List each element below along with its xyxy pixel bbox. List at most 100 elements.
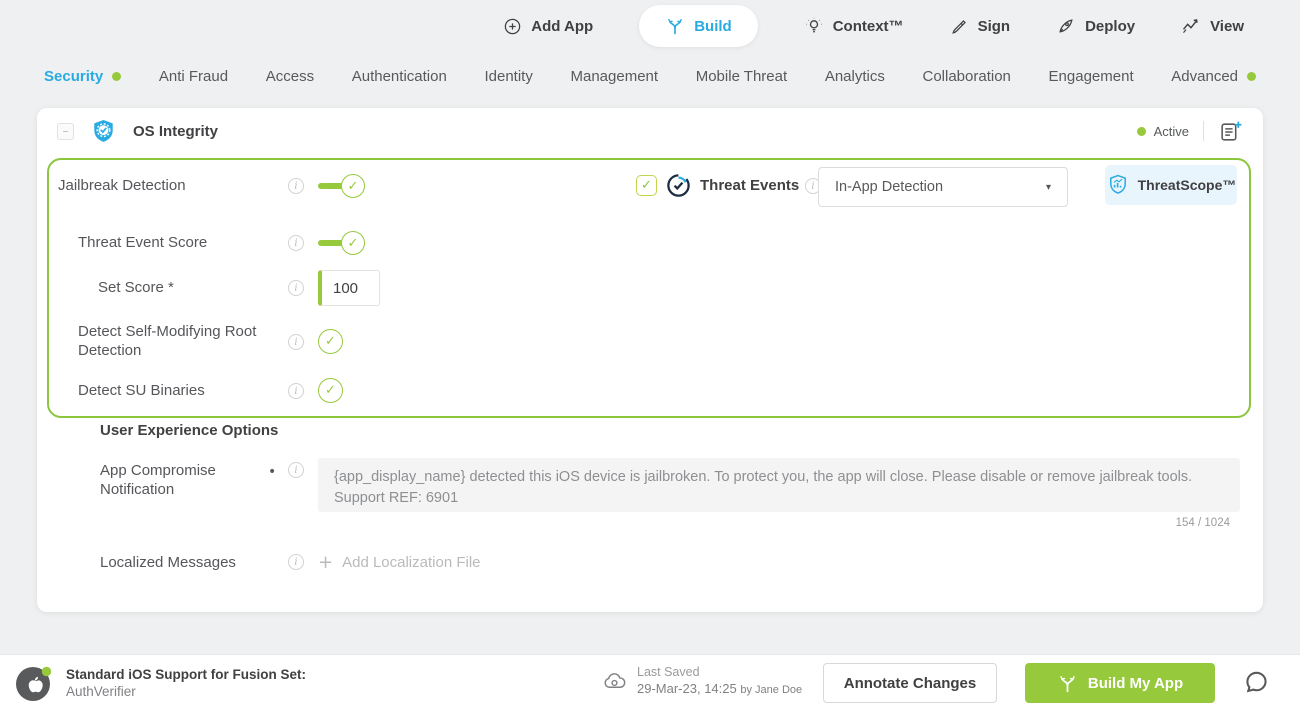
chat-bubble-icon[interactable]: [1242, 668, 1271, 702]
nav-deploy[interactable]: Deploy: [1056, 16, 1135, 36]
card-title: OS Integrity: [133, 122, 219, 140]
tab-collaboration-label: Collaboration: [922, 67, 1011, 85]
status-dot: [1136, 126, 1146, 136]
detect-self-modifying-check[interactable]: ✓: [318, 329, 343, 354]
detect-self-modifying-label: Detect Self-Modifying Root Detection: [78, 323, 257, 359]
modified-bullet: •: [268, 464, 277, 480]
info-icon[interactable]: i: [288, 554, 304, 570]
build-my-app-label: Build My App: [1087, 674, 1184, 692]
threatscope-shield-icon: [1106, 173, 1130, 197]
detect-su-binaries-check[interactable]: ✓: [318, 378, 343, 403]
apple-ios-badge: [14, 663, 54, 703]
jailbreak-detection-toggle[interactable]: ✓: [318, 174, 365, 198]
set-score-label: Set Score *: [98, 279, 174, 296]
build-my-app-button[interactable]: Build My App: [1025, 663, 1215, 703]
info-icon[interactable]: i: [288, 383, 304, 399]
detect-su-binaries-row: Detect SU Binaries i ✓: [37, 371, 1263, 411]
threat-event-score-label: Threat Event Score: [78, 234, 208, 251]
card-header: – OS Integrity Active: [37, 108, 1263, 154]
trend-chart-icon: [1183, 19, 1198, 34]
tab-anti-fraud[interactable]: Anti Fraud: [159, 68, 228, 85]
last-saved-datetime: 29-Mar-23, 14:25: [637, 681, 737, 696]
toggle-knob-check-icon: ✓: [341, 174, 365, 198]
status-badge: Active: [1153, 123, 1189, 139]
last-saved-info: Last Saved 29-Mar-23, 14:25 by Jane Doe: [602, 665, 802, 696]
active-dot: [112, 71, 122, 81]
tab-management[interactable]: Management: [571, 68, 659, 85]
nav-add-app[interactable]: Add App: [503, 17, 593, 36]
lightbulb-icon: [806, 17, 822, 33]
last-saved-label: Last Saved: [637, 665, 700, 679]
char-counter: 154 / 1024: [1175, 517, 1230, 529]
tab-security[interactable]: Security: [44, 67, 122, 85]
nav-deploy-label: Deploy: [1085, 17, 1136, 35]
info-icon[interactable]: i: [288, 280, 304, 296]
jailbreak-detection-label: Jailbreak Detection: [58, 177, 186, 194]
add-note-icon[interactable]: [1218, 119, 1243, 144]
fusion-set-title: Standard iOS Support for Fusion Set:: [66, 667, 307, 682]
cloud-saved-icon: [602, 669, 627, 694]
tab-collaboration[interactable]: Collaboration: [923, 68, 1011, 85]
plus-circle-icon: [505, 18, 521, 34]
tab-access-label: Access: [265, 67, 315, 85]
app-compromise-message-input[interactable]: {app_display_name} detected this iOS dev…: [318, 458, 1240, 512]
dropdown-selected-value: In-App Detection: [835, 179, 944, 195]
build-fusion-icon: [668, 18, 683, 35]
footer-bar: Standard iOS Support for Fusion Set: Aut…: [0, 654, 1300, 710]
tab-identity-label: Identity: [484, 67, 533, 85]
localized-messages-row: Localized Messages i + Add Localization …: [37, 548, 1263, 578]
threat-event-score-toggle[interactable]: ✓: [318, 231, 365, 255]
tab-identity[interactable]: Identity: [484, 68, 532, 85]
add-localization-file-label: Add Localization File: [342, 554, 481, 571]
threat-events-checkbox[interactable]: ✓: [636, 175, 657, 196]
active-dot: [1247, 71, 1256, 81]
nav-add-app-label: Add App: [531, 17, 594, 35]
os-integrity-card: – OS Integrity Active Jailbreak Detectio…: [37, 108, 1263, 612]
info-icon[interactable]: i: [288, 462, 304, 478]
tab-authentication[interactable]: Authentication: [352, 68, 447, 85]
nav-build[interactable]: Build: [639, 5, 758, 47]
tab-management-label: Management: [570, 67, 659, 85]
threat-events-label: Threat Events: [700, 177, 800, 194]
nav-sign[interactable]: Sign: [950, 17, 1011, 36]
category-tabs: Security Anti Fraud Access Authenticatio…: [0, 56, 1300, 96]
rocket-icon: [1059, 19, 1073, 33]
tab-analytics[interactable]: Analytics: [825, 68, 885, 85]
collapse-button[interactable]: –: [57, 122, 74, 140]
tab-engagement[interactable]: Engagement: [1049, 68, 1134, 85]
info-icon[interactable]: i: [288, 178, 304, 194]
tab-mobile-threat[interactable]: Mobile Threat: [696, 68, 787, 85]
divider: [1203, 121, 1204, 141]
nav-context[interactable]: Context™: [804, 16, 904, 36]
nav-build-label: Build: [694, 17, 732, 35]
fusion-set-name: AuthVerifier: [66, 684, 136, 699]
fusion-set-info: Standard iOS Support for Fusion Set: Aut…: [14, 663, 306, 703]
add-localization-file-link[interactable]: + Add Localization File: [318, 552, 481, 573]
info-icon[interactable]: i: [288, 334, 304, 350]
app-compromise-label: App Compromise Notification: [100, 462, 216, 498]
localized-messages-label: Localized Messages: [100, 554, 236, 571]
tab-analytics-label: Analytics: [824, 67, 885, 85]
last-saved-text: Last Saved 29-Mar-23, 14:25 by Jane Doe: [637, 665, 802, 696]
build-fusion-icon-white: [1057, 673, 1078, 694]
annotate-changes-button[interactable]: Annotate Changes: [823, 663, 997, 703]
tab-advanced-label: Advanced: [1171, 67, 1238, 85]
threat-events-dropdown[interactable]: In-App Detection ▾: [818, 167, 1068, 207]
set-score-input[interactable]: [318, 270, 380, 306]
info-icon[interactable]: i: [288, 235, 304, 251]
tab-access[interactable]: Access: [266, 68, 314, 85]
tab-advanced[interactable]: Advanced: [1171, 68, 1256, 85]
set-score-row: Set Score * i: [37, 268, 1263, 308]
detect-su-binaries-label: Detect SU Binaries: [78, 382, 205, 399]
nav-context-label: Context™: [832, 17, 904, 35]
threat-event-score-row: Threat Event Score i ✓: [37, 223, 1263, 263]
tab-security-label: Security: [44, 67, 104, 85]
toggle-knob-check-icon: ✓: [341, 231, 365, 255]
threatscope-button[interactable]: ThreatScope™: [1105, 165, 1237, 205]
detect-self-modifying-row: Detect Self-Modifying Root Detection i ✓: [37, 320, 1263, 364]
nav-sign-label: Sign: [977, 17, 1011, 35]
nav-view[interactable]: View: [1181, 16, 1244, 36]
tab-mobile-threat-label: Mobile Threat: [695, 67, 788, 85]
last-saved-value: 29-Mar-23, 14:25 by Jane Doe: [637, 681, 802, 696]
last-saved-by: by Jane Doe: [740, 684, 803, 696]
